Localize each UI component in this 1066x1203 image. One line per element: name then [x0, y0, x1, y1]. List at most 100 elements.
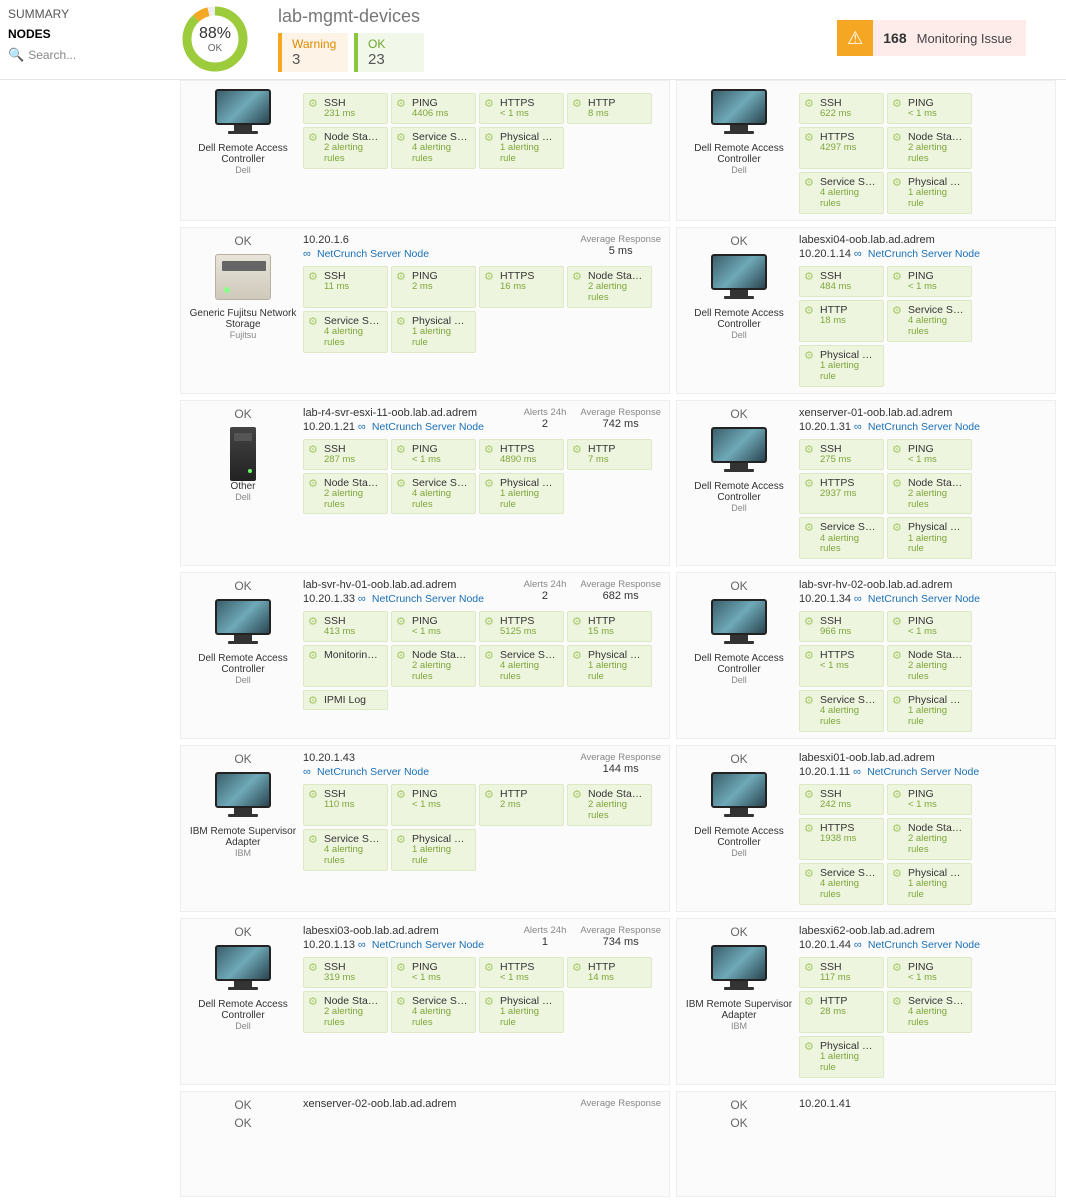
metric-tile[interactable]: ⚙ Physical Segm... 1 alerting rule — [391, 311, 476, 353]
metric-tile[interactable]: ⚙ Node Status 2 alerting rules — [887, 645, 972, 687]
metric-tile[interactable]: ⚙ HTTPS < 1 ms — [479, 957, 564, 988]
stat-warning[interactable]: Warning 3 — [278, 33, 348, 72]
metric-tile[interactable]: ⚙ Physical Segm... 1 alerting rule — [799, 1036, 884, 1078]
metric-tile[interactable]: ⚙ Service Status 4 alerting rules — [391, 127, 476, 169]
metric-tile[interactable]: ⚙ PING < 1 ms — [887, 957, 972, 988]
metric-tile[interactable]: ⚙ Physical Segm... 1 alerting rule — [567, 645, 652, 687]
metric-tile[interactable]: ⚙ PING < 1 ms — [887, 784, 972, 815]
server-node-link[interactable]: 10.20.1.31 ∞NetCrunch Server Node — [799, 421, 1049, 433]
metric-tile[interactable]: ⚙ HTTPS < 1 ms — [799, 645, 884, 687]
node-card[interactable]: Dell Remote Access Controller Dell ⚙ SSH… — [180, 80, 670, 221]
metric-tile[interactable]: ⚙ Service Status 4 alerting rules — [887, 991, 972, 1033]
metric-tile[interactable]: ⚙ HTTPS 4297 ms — [799, 127, 884, 169]
metric-tile[interactable]: ⚙ Service Status 4 alerting rules — [479, 645, 564, 687]
metric-tile[interactable]: ⚙ Service Status 4 alerting rules — [391, 991, 476, 1033]
node-card[interactable]: OK Other Dell lab-r4-svr-esxi-11-oob.lab… — [180, 400, 670, 567]
metric-tile[interactable]: ⚙ PING < 1 ms — [391, 957, 476, 988]
metric-tile[interactable]: ⚙ PING < 1 ms — [887, 93, 972, 124]
node-card[interactable]: OK Dell Remote Access Controller Dell la… — [676, 745, 1056, 912]
metric-tile[interactable]: ⚙ Node Status 2 alerting rules — [391, 645, 476, 687]
metric-tile[interactable]: ⚙ HTTPS < 1 ms — [479, 93, 564, 124]
metric-tile[interactable]: ⚙ HTTP 2 ms — [479, 784, 564, 826]
metric-tile[interactable]: ⚙ Node Status 2 alerting rules — [303, 473, 388, 515]
node-card[interactable]: OK OK 10.20.1.41 — [676, 1091, 1056, 1197]
server-node-link[interactable]: 10.20.1.11 ∞NetCrunch Server Node — [799, 766, 1049, 778]
node-card[interactable]: OK Dell Remote Access Controller Dell la… — [676, 227, 1056, 394]
metric-tile[interactable]: ⚙ HTTP 8 ms — [567, 93, 652, 124]
metric-tile[interactable]: ⚙ Node Status 2 alerting rules — [887, 818, 972, 860]
metric-tile[interactable]: ⚙ SSH 117 ms — [799, 957, 884, 988]
metric-tile[interactable]: ⚙ SSH 110 ms — [303, 784, 388, 826]
metric-tile[interactable]: ⚙ Physical Segm... 1 alerting rule — [391, 829, 476, 871]
metric-tile[interactable]: ⚙ HTTP 14 ms — [567, 957, 652, 988]
metric-tile[interactable]: ⚙ IPMI Log — [303, 690, 388, 710]
metric-tile[interactable]: ⚙ PING < 1 ms — [391, 611, 476, 642]
node-card[interactable]: OK IBM Remote Supervisor Adapter IBM 10.… — [180, 745, 670, 912]
node-card[interactable]: OK Dell Remote Access Controller Dell la… — [180, 572, 670, 739]
metric-tile[interactable]: ⚙ PING < 1 ms — [887, 611, 972, 642]
node-card[interactable]: OK Dell Remote Access Controller Dell xe… — [676, 400, 1056, 567]
node-card[interactable]: OK Dell Remote Access Controller Dell la… — [676, 572, 1056, 739]
metric-tile[interactable]: ⚙ Service Status 4 alerting rules — [303, 311, 388, 353]
metric-tile[interactable]: ⚙ SSH 231 ms — [303, 93, 388, 124]
metric-tile[interactable]: ⚙ HTTP 28 ms — [799, 991, 884, 1033]
server-node-link[interactable]: 10.20.1.34 ∞NetCrunch Server Node — [799, 593, 1049, 605]
metric-tile[interactable]: ⚙ SSH 242 ms — [799, 784, 884, 815]
metric-tile[interactable]: ⚙ Physical Segm... 1 alerting rule — [799, 345, 884, 387]
node-card[interactable]: OK Generic Fujitsu Network Storage Fujit… — [180, 227, 670, 394]
metric-tile[interactable]: ⚙ PING < 1 ms — [391, 784, 476, 826]
metric-tile[interactable]: ⚙ SSH 319 ms — [303, 957, 388, 988]
metric-tile[interactable]: ⚙ SSH 622 ms — [799, 93, 884, 124]
metric-tile[interactable]: ⚙ Node Status 2 alerting rules — [887, 127, 972, 169]
metric-tile[interactable]: ⚙ HTTPS 4890 ms — [479, 439, 564, 470]
metric-tile[interactable]: ⚙ Service Status 4 alerting rules — [799, 690, 884, 732]
server-node-link[interactable]: 10.20.1.44 ∞NetCrunch Server Node — [799, 939, 1049, 951]
metric-tile[interactable]: ⚙ Service Status 4 alerting rules — [303, 829, 388, 871]
metric-tile[interactable]: ⚙ HTTP 15 ms — [567, 611, 652, 642]
metric-tile[interactable]: ⚙ HTTPS 16 ms — [479, 266, 564, 308]
metric-tile[interactable]: ⚙ PING < 1 ms — [391, 439, 476, 470]
metric-tile[interactable]: ⚙ Physical Segm... 1 alerting rule — [479, 991, 564, 1033]
metric-tile[interactable]: ⚙ SSH 413 ms — [303, 611, 388, 642]
metric-tile[interactable]: ⚙ Service Status 4 alerting rules — [799, 517, 884, 559]
metric-tile[interactable]: ⚙ HTTPS 2937 ms — [799, 473, 884, 515]
metric-tile[interactable]: ⚙ PING 2 ms — [391, 266, 476, 308]
metric-tile[interactable]: ⚙ Service Status 4 alerting rules — [799, 172, 884, 214]
metric-tile[interactable]: ⚙ Physical Segm... 1 alerting rule — [479, 127, 564, 169]
metric-tile[interactable]: ⚙ PING 4406 ms — [391, 93, 476, 124]
metric-tile[interactable]: ⚙ Node Status 2 alerting rules — [567, 784, 652, 826]
metric-tile[interactable]: ⚙ Monitoring Sen... — [303, 645, 388, 687]
metric-tile[interactable]: ⚙ HTTP 7 ms — [567, 439, 652, 470]
metric-tile[interactable]: ⚙ SSH 484 ms — [799, 266, 884, 297]
node-card[interactable]: OK IBM Remote Supervisor Adapter IBM lab… — [676, 918, 1056, 1085]
monitoring-alert[interactable]: ⚠ 168 Monitoring Issue — [837, 20, 1026, 56]
node-card[interactable]: Dell Remote Access Controller Dell ⚙ SSH… — [676, 80, 1056, 221]
metric-tile[interactable]: ⚙ Node Status 2 alerting rules — [303, 127, 388, 169]
server-node-link[interactable]: 10.20.1.14 ∞NetCrunch Server Node — [799, 248, 1049, 260]
node-card[interactable]: OK OK xenserver-02-oob.lab.ad.adrem Aver… — [180, 1091, 670, 1197]
metric-tile[interactable]: ⚙ PING < 1 ms — [887, 439, 972, 470]
metric-tile[interactable]: ⚙ Physical Segm... 1 alerting rule — [887, 863, 972, 905]
metric-tile[interactable]: ⚙ Service Status 4 alerting rules — [887, 300, 972, 342]
metric-tile[interactable]: ⚙ HTTP 18 ms — [799, 300, 884, 342]
metric-tile[interactable]: ⚙ Node Status 2 alerting rules — [887, 473, 972, 515]
metric-tile[interactable]: ⚙ Node Status 2 alerting rules — [303, 991, 388, 1033]
metric-tile[interactable]: ⚙ SSH 11 ms — [303, 266, 388, 308]
stat-ok[interactable]: OK 23 — [354, 33, 424, 72]
metric-tile[interactable]: ⚙ HTTPS 5125 ms — [479, 611, 564, 642]
metric-tile[interactable]: ⚙ Service Status 4 alerting rules — [799, 863, 884, 905]
metric-tile[interactable]: ⚙ Physical Segm... 1 alerting rule — [479, 473, 564, 515]
metric-tile[interactable]: ⚙ SSH 275 ms — [799, 439, 884, 470]
node-card[interactable]: OK Dell Remote Access Controller Dell la… — [180, 918, 670, 1085]
nav-summary[interactable]: SUMMARY — [8, 4, 172, 24]
metric-tile[interactable]: ⚙ SSH 287 ms — [303, 439, 388, 470]
search-input[interactable]: 🔍 Search... — [8, 44, 172, 66]
metric-tile[interactable]: ⚙ Physical Segm... 1 alerting rule — [887, 690, 972, 732]
metric-tile[interactable]: ⚙ Physical Segm... 1 alerting rule — [887, 517, 972, 559]
nav-nodes[interactable]: NODES — [8, 24, 172, 44]
metric-tile[interactable]: ⚙ Physical Segm... 1 alerting rule — [887, 172, 972, 214]
metric-tile[interactable]: ⚙ SSH 966 ms — [799, 611, 884, 642]
metric-tile[interactable]: ⚙ Service Status 4 alerting rules — [391, 473, 476, 515]
metric-tile[interactable]: ⚙ HTTPS 1938 ms — [799, 818, 884, 860]
metric-tile[interactable]: ⚙ Node Status 2 alerting rules — [567, 266, 652, 308]
